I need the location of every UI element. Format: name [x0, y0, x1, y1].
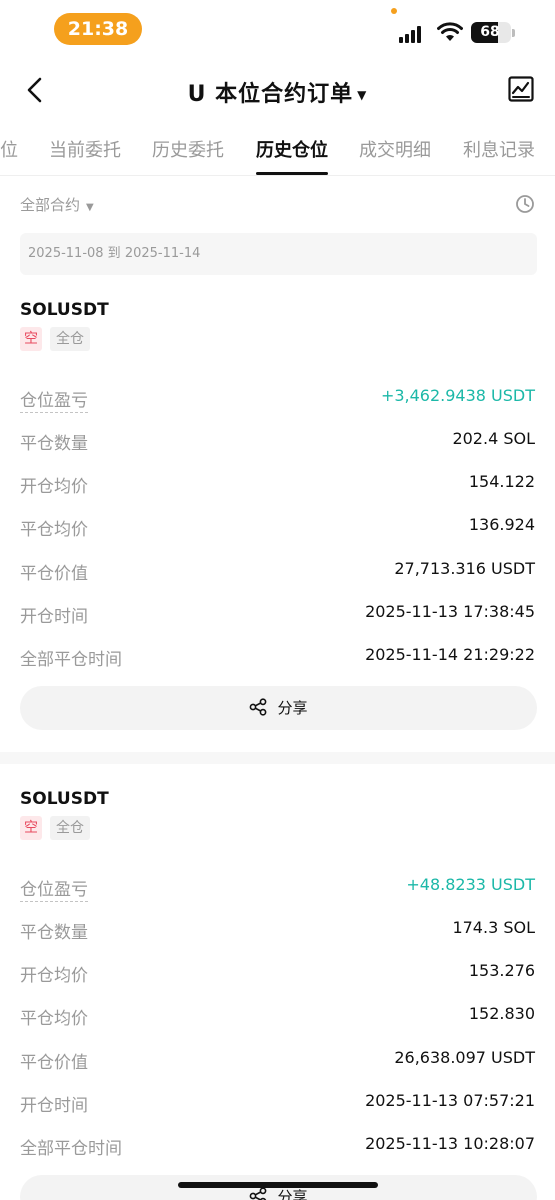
- row-label: 平仓价值: [20, 1053, 88, 1073]
- page-title[interactable]: U 本位合约订单 ▼: [0, 76, 555, 108]
- share-button[interactable]: 分享: [20, 686, 537, 730]
- row-pnl: 仓位盈亏 +48.8233 USDT: [20, 875, 535, 902]
- row-value: 2025-11-14 21:29:22: [365, 645, 535, 664]
- status-time: 21:38: [54, 13, 142, 45]
- active-tab-indicator: [256, 172, 328, 175]
- recording-dot-icon: [391, 8, 397, 14]
- row-open-avg: 开仓均价 154.122: [20, 472, 535, 497]
- row-label: 平仓数量: [20, 434, 88, 454]
- battery-icon: 68: [471, 22, 511, 43]
- row-pnl: 仓位盈亏 +3,462.9438 USDT: [20, 386, 535, 413]
- side-badge: 空: [20, 327, 42, 351]
- card-divider: [0, 752, 555, 764]
- home-indicator[interactable]: [178, 1182, 378, 1188]
- tab-open-orders[interactable]: 当前委托: [49, 136, 121, 162]
- row-value: 154.122: [468, 472, 535, 491]
- row-value: 2025-11-13 10:28:07: [365, 1134, 535, 1153]
- title-dropdown-icon: ▼: [357, 88, 368, 102]
- row-close-avg: 平仓均价 136.924: [20, 515, 535, 540]
- row-close-qty: 平仓数量 174.3 SOL: [20, 918, 535, 943]
- page-title-text: U 本位合约订单: [187, 82, 354, 107]
- row-label: 全部平仓时间: [20, 650, 122, 670]
- row-close-value: 平仓价值 26,638.097 USDT: [20, 1048, 535, 1073]
- tab-positions[interactable]: 位: [0, 136, 18, 162]
- contract-filter-label: 全部合约: [20, 196, 81, 214]
- battery-level: 68: [480, 24, 500, 40]
- row-value: 2025-11-13 07:57:21: [365, 1091, 535, 1110]
- row-label: 平仓数量: [20, 923, 88, 943]
- cellular-signal-icon: [399, 25, 425, 43]
- row-label: 开仓均价: [20, 966, 88, 986]
- filter-row: 全部合约 ▼: [20, 194, 535, 220]
- row-label: 平仓均价: [20, 1009, 88, 1029]
- share-label: 分享: [277, 699, 308, 717]
- tab-trade-history[interactable]: 成交明细: [359, 136, 431, 162]
- wifi-icon: [437, 22, 463, 41]
- row-label: 平仓均价: [20, 520, 88, 540]
- status-bar: 21:38 68: [0, 0, 555, 60]
- row-value: 202.4 SOL: [452, 429, 535, 448]
- row-close-qty: 平仓数量 202.4 SOL: [20, 429, 535, 454]
- row-label: 全部平仓时间: [20, 1139, 122, 1159]
- row-label: 平仓价值: [20, 564, 88, 584]
- row-label: 开仓时间: [20, 607, 88, 627]
- position-symbol: SOLUSDT: [20, 300, 109, 320]
- side-badge: 空: [20, 816, 42, 840]
- row-value: 174.3 SOL: [452, 918, 535, 937]
- row-value: +3,462.9438 USDT: [380, 386, 535, 405]
- clock-icon[interactable]: [515, 194, 535, 214]
- share-icon: [250, 698, 267, 716]
- tab-interest-records[interactable]: 利息记录: [463, 136, 535, 162]
- row-open-time: 开仓时间 2025-11-13 17:38:45: [20, 602, 535, 627]
- contract-filter-caret-icon: ▼: [86, 202, 94, 213]
- chart-icon[interactable]: [508, 76, 534, 102]
- row-close-time: 全部平仓时间 2025-11-14 21:29:22: [20, 645, 535, 670]
- margin-mode-badge: 全仓: [50, 327, 90, 351]
- row-label: 仓位盈亏: [20, 386, 88, 413]
- tab-position-history[interactable]: 历史仓位: [256, 136, 328, 162]
- row-value: 136.924: [468, 515, 535, 534]
- row-value: 2025-11-13 17:38:45: [365, 602, 535, 621]
- margin-mode-badge: 全仓: [50, 816, 90, 840]
- row-open-avg: 开仓均价 153.276: [20, 961, 535, 986]
- share-icon: [250, 1187, 267, 1200]
- row-label: 仓位盈亏: [20, 875, 88, 902]
- row-label: 开仓时间: [20, 1096, 88, 1116]
- date-range-field[interactable]: 2025-11-08 到 2025-11-14: [20, 233, 537, 275]
- row-close-time: 全部平仓时间 2025-11-13 10:28:07: [20, 1134, 535, 1159]
- row-value: 153.276: [468, 961, 535, 980]
- tab-order-history[interactable]: 历史委托: [152, 136, 224, 162]
- tab-bar: 位 当前委托 历史委托 历史仓位 成交明细 利息记录: [0, 124, 555, 176]
- nav-bar: U 本位合约订单 ▼: [0, 64, 555, 116]
- row-value: 27,713.316 USDT: [394, 559, 535, 578]
- row-value: +48.8233 USDT: [406, 875, 535, 894]
- row-close-avg: 平仓均价 152.830: [20, 1004, 535, 1029]
- row-close-value: 平仓价值 27,713.316 USDT: [20, 559, 535, 584]
- row-open-time: 开仓时间 2025-11-13 07:57:21: [20, 1091, 535, 1116]
- contract-filter[interactable]: 全部合约 ▼: [20, 195, 94, 214]
- battery-cap: [512, 29, 515, 37]
- position-symbol: SOLUSDT: [20, 789, 109, 809]
- share-label: 分享: [277, 1188, 308, 1200]
- row-label: 开仓均价: [20, 477, 88, 497]
- row-value: 26,638.097 USDT: [394, 1048, 535, 1067]
- row-value: 152.830: [468, 1004, 535, 1023]
